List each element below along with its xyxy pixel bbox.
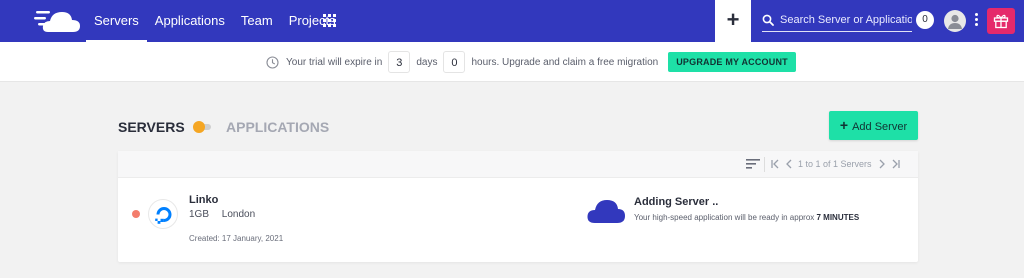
gift-button[interactable]	[987, 8, 1015, 34]
server-list-toolbar: 1 to 1 of 1 Servers	[118, 151, 918, 178]
server-status-text: Your high-speed application will be read…	[634, 213, 815, 222]
kebab-menu-icon[interactable]	[975, 13, 979, 29]
provider-logo	[148, 199, 178, 229]
server-name[interactable]: Linko	[189, 194, 218, 206]
user-avatar-icon[interactable]	[944, 10, 966, 32]
nav-team[interactable]: Team	[233, 0, 281, 42]
server-size: 1GB	[189, 209, 210, 220]
quick-add-button[interactable]: +	[715, 0, 751, 42]
search-icon	[762, 14, 774, 26]
global-search	[762, 10, 912, 32]
servers-section-title[interactable]: SERVERS	[118, 119, 185, 135]
upgrade-account-button[interactable]: UPGRADE MY ACCOUNT	[668, 52, 796, 72]
main-nav: Servers Applications Team Projects	[86, 0, 344, 42]
nav-servers[interactable]: Servers	[86, 0, 147, 42]
digitalocean-icon	[155, 207, 172, 224]
top-navbar: Servers Applications Team Projects + 0	[0, 0, 1024, 42]
nav-applications[interactable]: Applications	[147, 0, 233, 42]
server-list-card: 1 to 1 of 1 Servers Linko 1GB London Cre…	[118, 151, 918, 262]
next-page-icon[interactable]	[878, 156, 886, 172]
prev-page-icon[interactable]	[785, 156, 793, 172]
trial-banner-content: Your trial will expire in 3 days 0 hours…	[266, 50, 796, 74]
trial-banner: Your trial will expire in 3 days 0 hours…	[0, 42, 1024, 82]
server-status-description: Your high-speed application will be read…	[634, 213, 859, 222]
apps-grid-icon[interactable]	[323, 14, 336, 27]
toggle-knob	[193, 121, 205, 133]
cloud-icon	[587, 200, 625, 223]
clock-icon	[266, 55, 279, 69]
applications-section-title[interactable]: APPLICATIONS	[226, 119, 329, 135]
sort-icon[interactable]	[746, 159, 760, 169]
cloudways-logo-icon[interactable]	[34, 6, 82, 36]
trial-days-value: 3	[388, 51, 411, 73]
server-status-title: Adding Server ..	[634, 196, 719, 208]
notification-count-badge[interactable]: 0	[916, 11, 934, 29]
first-page-icon[interactable]	[770, 156, 780, 172]
add-server-label: Add Server	[852, 121, 908, 133]
add-server-button[interactable]: + Add Server	[829, 111, 918, 140]
plus-icon: +	[839, 117, 849, 133]
last-page-icon[interactable]	[891, 156, 901, 172]
trial-prefix-text: Your trial will expire in	[286, 56, 383, 68]
pager-divider	[764, 157, 765, 172]
server-status-eta: 7 MINUTES	[816, 213, 860, 222]
search-input[interactable]	[780, 12, 912, 28]
servers-apps-toggle[interactable]	[193, 121, 213, 133]
trial-hours-value: 0	[443, 51, 466, 73]
server-created-date: Created: 17 January, 2021	[189, 234, 284, 243]
pagination-text: 1 to 1 of 1 Servers	[798, 159, 872, 169]
server-meta: 1GB London	[189, 209, 265, 220]
trial-days-label: days	[416, 56, 438, 68]
server-location: London	[221, 209, 256, 220]
server-status-dot	[132, 210, 140, 218]
trial-hours-text: hours. Upgrade and claim a free migratio…	[471, 56, 659, 68]
gift-icon	[993, 14, 1009, 29]
